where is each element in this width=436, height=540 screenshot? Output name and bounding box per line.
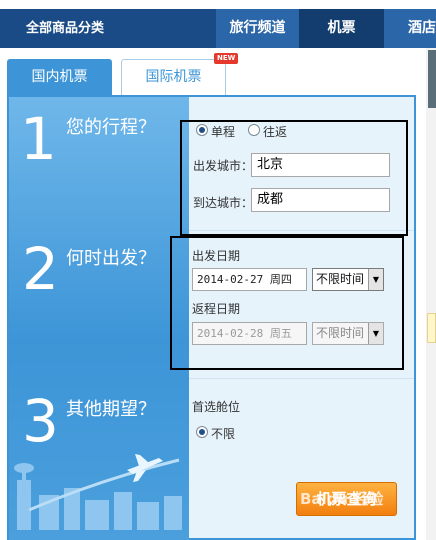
right-edge-image — [428, 50, 436, 108]
cabin-any-label[interactable]: 不限 — [211, 425, 235, 442]
nav-flight[interactable]: 机票 — [299, 9, 384, 48]
nav-hotel[interactable]: 酒店 — [384, 9, 436, 48]
city-skyline-illustration — [14, 454, 182, 530]
highlight-box-route — [180, 120, 408, 236]
new-badge: NEW — [214, 53, 239, 64]
highlight-box-dates — [170, 236, 404, 370]
step-2-number: 2 — [22, 235, 59, 303]
airplane-icon — [127, 454, 163, 482]
cabin-any-radio[interactable] — [196, 426, 208, 438]
step-3-title: 其他期望？ — [66, 399, 156, 420]
step-2-title: 何时出发？ — [66, 248, 156, 269]
baidu-watermark: Baidu 经验 — [300, 490, 384, 508]
nav-all-categories[interactable]: 全部商品分类 — [0, 9, 216, 48]
tab-domestic-flights[interactable]: 国内机票 — [7, 59, 112, 95]
cabin-label: 首选舱位 — [192, 400, 241, 414]
step-1-title: 您的行程？ — [66, 117, 156, 138]
step-1-number: 1 — [20, 105, 57, 173]
right-edge-strip — [426, 48, 436, 540]
top-nav: 全部商品分类 旅行频道 机票 酒店 — [0, 9, 436, 48]
tab-international-flights[interactable]: 国际机票 — [121, 59, 226, 95]
nav-travel-channel[interactable]: 旅行频道 — [216, 9, 299, 48]
section-divider — [189, 378, 414, 379]
right-edge-notice — [427, 313, 436, 343]
